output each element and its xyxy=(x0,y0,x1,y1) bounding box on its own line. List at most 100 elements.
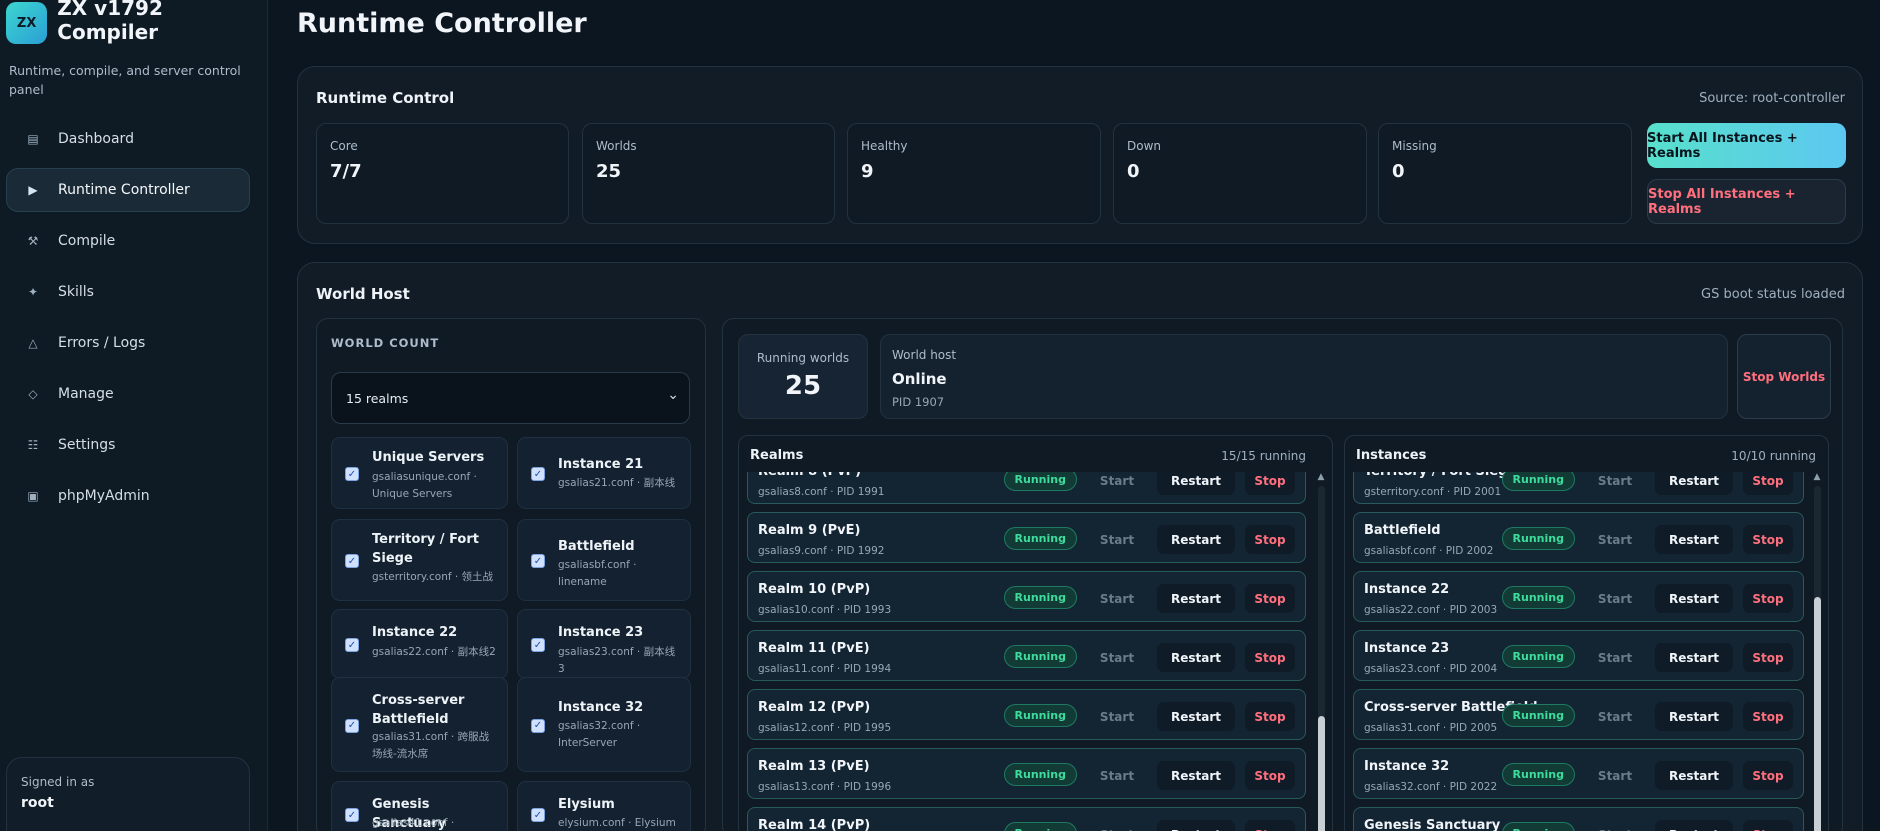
scroll-thumb[interactable] xyxy=(1318,716,1325,831)
scroll-up-icon[interactable]: ▲ xyxy=(1812,472,1822,482)
world-checkbox-item[interactable]: ✓Genesis Sanctuarygsalias41.conf · Genes… xyxy=(331,781,508,831)
stop-worlds-button[interactable]: Stop Worlds xyxy=(1737,334,1831,419)
stop-button[interactable]: Stop xyxy=(1245,820,1295,831)
nav-item-errors-logs[interactable]: △ Errors / Logs xyxy=(6,321,250,365)
start-button[interactable]: Start xyxy=(1587,525,1643,554)
stat-healthy: Healthy 9 xyxy=(847,123,1101,224)
checkbox[interactable]: ✓ xyxy=(531,808,545,822)
start-button[interactable]: Start xyxy=(1089,643,1145,672)
restart-button[interactable]: Restart xyxy=(1655,525,1733,554)
running-status-badge: Running xyxy=(1501,704,1575,727)
runtime-control-title: Runtime Control xyxy=(316,89,455,107)
stat-worlds: Worlds 25 xyxy=(582,123,835,224)
restart-button[interactable]: Restart xyxy=(1655,584,1733,613)
start-button[interactable]: Start xyxy=(1587,584,1643,613)
world-checkbox-item[interactable]: ✓ Cross-server Battlefield gsalias31.conf … xyxy=(331,677,508,772)
world-checkbox-item[interactable]: ✓ Instance 22 gsalias22.conf · 副本线2 xyxy=(331,609,508,679)
start-button[interactable]: Start xyxy=(1089,472,1145,495)
restart-button[interactable]: Restart xyxy=(1655,643,1733,672)
restart-button[interactable]: Restart xyxy=(1157,584,1235,613)
stop-button[interactable]: Stop xyxy=(1743,584,1793,613)
stop-button[interactable]: Stop xyxy=(1743,643,1793,672)
start-button[interactable]: Start xyxy=(1089,820,1145,831)
checkbox[interactable]: ✓ xyxy=(531,467,545,481)
restart-button[interactable]: Restart xyxy=(1655,472,1733,495)
nav-item-label: Skills xyxy=(58,284,94,300)
world-checkbox-item[interactable]: ✓ Instance 23 gsalias23.conf · 副本线3 xyxy=(517,609,691,679)
start-button[interactable]: Start xyxy=(1089,525,1145,554)
restart-button[interactable]: Restart xyxy=(1157,820,1235,831)
start-button[interactable]: Start xyxy=(1089,702,1145,731)
restart-button[interactable]: Restart xyxy=(1655,761,1733,790)
checkbox[interactable]: ✓ xyxy=(531,638,545,652)
start-button[interactable]: Start xyxy=(1587,761,1643,790)
stop-button[interactable]: Stop xyxy=(1743,820,1793,831)
nav-item-dashboard[interactable]: ▤ Dashboard xyxy=(6,117,250,161)
world-checkbox-subtitle: gsaliasunique.conf · Unique Servers xyxy=(372,471,477,500)
world-checkbox-item[interactable]: ✓ Battlefield gsaliasbf.conf · linename xyxy=(517,519,691,601)
stop-button[interactable]: Stop xyxy=(1245,584,1295,613)
signed-in-label: Signed in as xyxy=(21,775,95,789)
stop-button[interactable]: Stop xyxy=(1245,643,1295,672)
scroll-up-icon[interactable]: ▲ xyxy=(1316,472,1326,482)
stop-button[interactable]: Stop xyxy=(1743,702,1793,731)
start-button[interactable]: Start xyxy=(1089,584,1145,613)
stop-all-button[interactable]: Stop All Instances + Realms xyxy=(1647,179,1846,224)
restart-button[interactable]: Restart xyxy=(1157,761,1235,790)
nav-item-compile[interactable]: ⚒ Compile xyxy=(6,219,250,263)
checkbox[interactable]: ✓ xyxy=(345,467,359,481)
restart-button[interactable]: Restart xyxy=(1655,820,1733,831)
stop-button[interactable]: Stop xyxy=(1245,761,1295,790)
stop-button[interactable]: Stop xyxy=(1743,761,1793,790)
world-checkbox-item[interactable]: ✓ Instance 32 gsalias32.conf · InterServer xyxy=(517,677,691,772)
start-button[interactable]: Start xyxy=(1587,820,1643,831)
nav-item-manage[interactable]: ◇ Manage xyxy=(6,372,250,416)
scroll-thumb[interactable] xyxy=(1814,597,1821,831)
start-all-button[interactable]: Start All Instances + Realms xyxy=(1647,123,1846,168)
stop-button[interactable]: Stop xyxy=(1245,472,1295,495)
checkbox[interactable]: ✓ xyxy=(345,718,359,733)
start-button[interactable]: Start xyxy=(1587,702,1643,731)
start-button[interactable]: Start xyxy=(1089,761,1145,790)
restart-button[interactable]: Restart xyxy=(1157,643,1235,672)
restart-button[interactable]: Restart xyxy=(1157,702,1235,731)
checkbox[interactable]: ✓ xyxy=(345,808,359,822)
running-status-badge: Running xyxy=(1501,472,1575,491)
stat-missing: Missing 0 xyxy=(1378,123,1632,224)
restart-button[interactable]: Restart xyxy=(1157,472,1235,495)
checkbox[interactable]: ✓ xyxy=(531,554,545,568)
stop-button[interactable]: Stop xyxy=(1743,472,1793,495)
nav-item-phpmyadmin[interactable]: ▣ phpMyAdmin xyxy=(6,474,250,518)
realms-scrollbar[interactable]: ▲ xyxy=(1316,472,1326,831)
stop-button[interactable]: Stop xyxy=(1245,525,1295,554)
scroll-track[interactable] xyxy=(1318,486,1325,831)
checkbox[interactable]: ✓ xyxy=(345,554,359,568)
world-checkbox-title: Unique Servers xyxy=(372,450,485,465)
start-button[interactable]: Start xyxy=(1587,643,1643,672)
checkbox[interactable]: ✓ xyxy=(345,638,359,652)
stop-button[interactable]: Stop xyxy=(1743,525,1793,554)
nav-item-runtime-controller[interactable]: ▶ Runtime Controller xyxy=(6,168,250,212)
running-status-badge: Running xyxy=(1003,586,1077,609)
scroll-track[interactable] xyxy=(1814,486,1821,831)
diamond-icon: ◇ xyxy=(28,387,38,401)
world-checkbox-item[interactable]: ✓ Unique Servers gsaliasunique.conf · Uniq… xyxy=(331,437,508,509)
nav-item-skills[interactable]: ✦ Skills xyxy=(6,270,250,314)
checkbox[interactable]: ✓ xyxy=(531,718,545,733)
world-checkbox-item[interactable]: ✓ Elysium elysium.conf · Elysium xyxy=(517,781,691,831)
restart-button[interactable]: Restart xyxy=(1655,702,1733,731)
stat-label: Healthy xyxy=(861,139,908,153)
nav-item-settings[interactable]: ☷ Settings xyxy=(6,423,250,467)
start-button[interactable]: Start xyxy=(1587,472,1643,495)
restart-button[interactable]: Restart xyxy=(1157,525,1235,554)
world-checkbox-item[interactable]: ✓ Instance 21 gsalias21.conf · 副本线 xyxy=(517,437,691,509)
world-count-panel: WORLD COUNT 15 realms ⌄ ✓ Unique Servers g… xyxy=(316,318,706,831)
signed-in-user: root xyxy=(21,795,54,811)
instances-scrollbar[interactable]: ▲ xyxy=(1812,472,1822,831)
world-checkbox-item[interactable]: ✓ Territory / Fort Siege gsterritory.conf … xyxy=(331,519,508,601)
world-checkbox-subtitle: gsterritory.conf · 领土战 xyxy=(372,571,494,583)
stop-button[interactable]: Stop xyxy=(1245,702,1295,731)
world-count-select[interactable]: 15 realms ⌄ xyxy=(331,372,690,424)
hammer-icon: ⚒ xyxy=(27,234,39,248)
server-detail: gsalias23.conf · PID 2004 xyxy=(1364,663,1498,675)
